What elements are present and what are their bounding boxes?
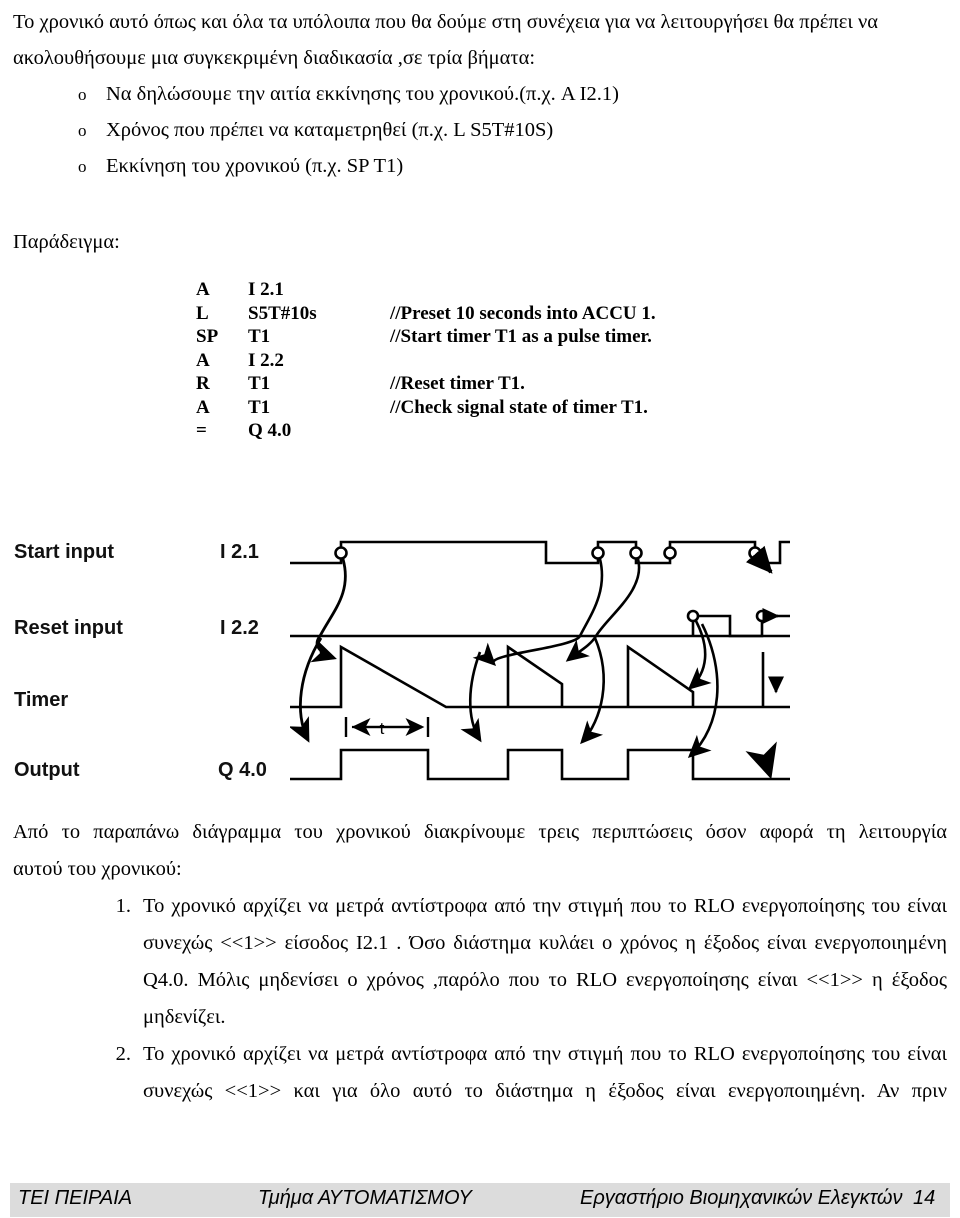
- signal-address-start-input: I 2.1: [220, 541, 259, 563]
- bullet-marker-icon: o: [78, 121, 87, 140]
- code-line: A I 2.1: [196, 278, 656, 302]
- case-text: Το χρονικό αρχίζει να μετρά αντίστροφα α…: [143, 888, 947, 1036]
- code-operand: Q 4.0: [248, 420, 292, 441]
- waveform-timer-ramp-3: [626, 644, 695, 707]
- code-operand: I 2.2: [248, 349, 284, 371]
- waveform-start-input: [290, 540, 790, 565]
- summary-line-1: Από το παραπάνω διάγραμμα του χρονικού δ…: [13, 821, 947, 843]
- bullet-marker-icon: o: [78, 157, 87, 176]
- footer-department: Τμήμα ΑΥΤΟΜΑΤΙΣΜΟΥ: [258, 1187, 472, 1209]
- case-line: Q4.0. Μόλις μηδενίσει ο χρόνος ,παρόλο π…: [143, 969, 947, 991]
- code-line: R T1 //Reset timer T1.: [196, 372, 656, 396]
- step-text: Εκκίνηση του χρονικού (π.χ. SP T1): [106, 155, 404, 177]
- code-comment: //Start timer T1 as a pulse timer.: [390, 326, 652, 347]
- timing-diagram: Start input I 2.1 Reset input I 2.2 Time…: [0, 512, 800, 812]
- case-line: Το χρονικό αρχίζει να μετρά αντίστροφα α…: [143, 1043, 947, 1065]
- code-line: A T1 //Check signal state of timer T1.: [196, 396, 656, 420]
- intro-line-2: ακολουθήσουμε μια συγκεκριμένη διαδικασί…: [13, 47, 536, 69]
- example-heading: Παράδειγμα:: [13, 231, 120, 253]
- case-line: μηδενίζει.: [143, 1006, 226, 1028]
- code-operation: L: [196, 302, 209, 324]
- code-operation: R: [196, 373, 210, 394]
- code-line: A I 2.2: [196, 349, 656, 373]
- signal-label-start-input: Start input: [14, 541, 114, 563]
- edge-marker-icon: [591, 546, 605, 560]
- footer-institution: ΤΕΙ ΠΕΙΡΑΙΑ: [18, 1187, 133, 1209]
- case-line: συνεχώς <<1>> και για όλο αυτό το διάστη…: [143, 1080, 947, 1102]
- code-comment: //Check signal state of timer T1.: [390, 396, 648, 418]
- code-operand: T1: [248, 373, 271, 394]
- list-item: o Χρόνος που πρέπει να καταμετρηθεί (π.χ…: [13, 112, 713, 148]
- timing-diagram-waveforms: t: [290, 512, 790, 812]
- intro-line-1: Το χρονικό αυτό όπως και όλα τα υπόλοιπα…: [13, 11, 879, 33]
- signal-label-timer: Timer: [14, 689, 69, 711]
- code-operand: S5T#10s: [248, 302, 317, 324]
- code-comment: //Reset timer T1.: [390, 373, 525, 394]
- code-operation: A: [196, 349, 210, 371]
- case-line: Το χρονικό αρχίζει να μετρά αντίστροφα α…: [143, 895, 947, 917]
- signal-label-reset-input: Reset input: [14, 617, 123, 639]
- list-item: 1. Το χρονικό αρχίζει να μετρά αντίστροφ…: [13, 888, 947, 1036]
- signal-label-output: Output: [14, 759, 80, 781]
- edge-marker-icon: [663, 546, 677, 560]
- duration-label: t: [380, 719, 385, 738]
- bullet-marker-icon: o: [78, 85, 87, 104]
- code-operand: I 2.1: [248, 279, 284, 300]
- code-line: L S5T#10s //Preset 10 seconds into ACCU …: [196, 302, 656, 326]
- causality-arrow: [460, 651, 482, 743]
- summary-paragraph: Από το παραπάνω διάγραμμα του χρονικού δ…: [13, 814, 947, 888]
- footer-lab: Εργαστήριο Βιομηχανικών Ελεγκτών: [580, 1187, 903, 1209]
- step-text: Να δηλώσουμε την αιτία εκκίνησης του χρο…: [106, 83, 619, 105]
- waveform-svg: t: [290, 540, 790, 781]
- causality-arrow: [310, 558, 347, 663]
- code-operation: A: [196, 396, 210, 418]
- summary-line-2: αυτού του χρονικού:: [13, 858, 182, 880]
- case-text: Το χρονικό αρχίζει να μετρά αντίστροφα α…: [143, 1036, 947, 1110]
- code-operation: =: [196, 420, 207, 441]
- waveform-output: [290, 748, 790, 781]
- waveform-timer-ramp-2: [506, 644, 564, 707]
- code-comment: //Preset 10 seconds into ACCU 1.: [390, 302, 656, 324]
- code-operation: A: [196, 279, 210, 300]
- cases-list: 1. Το χρονικό αρχίζει να μετρά αντίστροφ…: [13, 888, 947, 1110]
- step-text: Χρόνος που πρέπει να καταμετρηθεί (π.χ. …: [106, 119, 554, 141]
- causality-arrow: [580, 637, 605, 745]
- footer-page-number: 14: [913, 1187, 936, 1209]
- causality-arrow: [290, 637, 323, 743]
- code-line: = Q 4.0: [196, 419, 656, 443]
- code-operation: SP: [196, 326, 219, 347]
- footer-inner: ΤΕΙ ΠΕΙΡΑΙΑ Τμήμα ΑΥΤΟΜΑΤΙΣΜΟΥ Εργαστήρι…: [10, 1183, 950, 1217]
- code-line: SP T1 //Start timer T1 as a pulse timer.: [196, 325, 656, 349]
- signal-address-output: Q 4.0: [218, 759, 267, 781]
- document-page: Το χρονικό αυτό όπως και όλα τα υπόλοιπα…: [0, 0, 960, 1218]
- case-line: συνεχώς <<1>> είσοδος I2.1 . Όσο διάστημ…: [143, 932, 947, 954]
- code-operand: T1: [248, 326, 271, 347]
- edge-marker-icon: [334, 546, 348, 560]
- edge-marker-icon: [629, 546, 643, 560]
- code-operand: T1: [248, 396, 271, 418]
- intro-paragraph: Το χρονικό αυτό όπως και όλα τα υπόλοιπα…: [13, 4, 947, 76]
- edge-marker-icon: [686, 609, 700, 623]
- stl-code-block: A I 2.1 L S5T#10s //Preset 10 seconds in…: [196, 278, 656, 443]
- causality-arrow: [745, 741, 777, 780]
- list-marker: 1.: [115, 895, 131, 917]
- signal-address-reset-input: I 2.2: [220, 617, 259, 639]
- causality-arrow: [565, 558, 641, 662]
- list-marker: 2.: [115, 1043, 131, 1065]
- list-item: o Να δηλώσουμε την αιτία εκκίνησης του χ…: [13, 76, 713, 112]
- timing-diagram-labels: Start input I 2.1 Reset input I 2.2 Time…: [0, 512, 300, 812]
- list-item: 2. Το χρονικό αρχίζει να μετρά αντίστροφ…: [13, 1036, 947, 1110]
- list-item: o Εκκίνηση του χρονικού (π.χ. SP T1): [13, 148, 713, 184]
- page-footer: ΤΕΙ ΠΕΙΡΑΙΑ Τμήμα ΑΥΤΟΜΑΤΙΣΜΟΥ Εργαστήρι…: [10, 1183, 950, 1217]
- steps-list: o Να δηλώσουμε την αιτία εκκίνησης του χ…: [13, 76, 713, 184]
